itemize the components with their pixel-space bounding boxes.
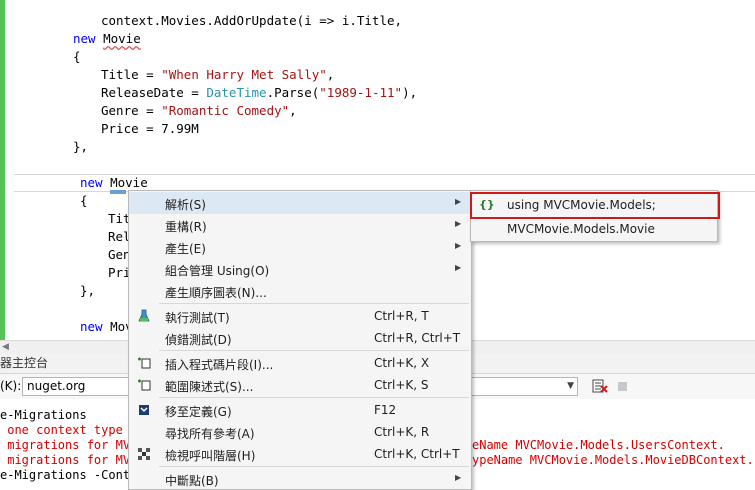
context-menu: 解析(S) ▶ 重構(R) ▶ 產生(E) ▶ 組合管理 Using(O) ▶ … <box>128 190 472 490</box>
clear-console-icon[interactable] <box>592 378 608 394</box>
go-to-definition-icon <box>137 403 151 417</box>
menu-item-generate[interactable]: 產生(E) ▶ <box>129 236 471 258</box>
submenu-arrow-icon: ▶ <box>455 263 462 272</box>
menu-item-view-call-hierarchy[interactable]: 檢視呼叫階層(H) Ctrl+K, Ctrl+T <box>129 443 471 465</box>
code-line: new Movie <box>73 31 141 46</box>
menu-item-resolve[interactable]: 解析(S) ▶ <box>129 192 471 214</box>
code-line: new Mov <box>80 319 133 334</box>
package-source-label: (K): <box>0 379 22 393</box>
menu-item-go-to-definition[interactable]: 移至定義(G) F12 <box>129 399 471 421</box>
chevron-down-icon[interactable]: ▼ <box>567 378 574 395</box>
submenu-item-fully-qualify[interactable]: MVCMovie.Models.Movie <box>471 217 717 241</box>
submenu-item-add-using[interactable]: {} using MVCMovie.Models; <box>471 193 717 217</box>
code-line: }, <box>73 139 89 154</box>
menu-item-breakpoint[interactable]: 中斷點(B) ▶ <box>129 468 471 490</box>
menu-separator <box>159 466 469 467</box>
code-line: Title = "When Harry Met Sally", <box>101 67 335 82</box>
flask-icon <box>137 309 151 323</box>
smart-tag-indicator[interactable] <box>110 190 126 194</box>
code-line: context.Movies.AddOrUpdate(i => i.Title, <box>101 13 403 28</box>
submenu-arrow-icon: ▶ <box>455 241 462 250</box>
surround-with-icon <box>137 378 151 392</box>
console-output-line: e-Migrations <box>0 408 87 422</box>
menu-item-debug-tests[interactable]: 偵錯測試(D) Ctrl+R, Ctrl+T <box>129 327 471 349</box>
resolve-submenu: {} using MVCMovie.Models; MVCMovie.Model… <box>470 190 718 242</box>
console-output-line: ypeName MVCMovie.Models.MovieDBContext. <box>472 453 754 467</box>
menu-item-organize-usings[interactable]: 組合管理 Using(O) ▶ <box>129 258 471 280</box>
submenu-arrow-icon: ▶ <box>455 219 462 228</box>
menu-item-generate-sequence-diagram[interactable]: 產生順序圖表(N)... <box>129 280 471 302</box>
console-output-line: eName MVCMovie.Models.UsersContext. <box>472 438 725 452</box>
submenu-arrow-icon: ▶ <box>455 197 462 206</box>
code-line: { <box>73 49 81 64</box>
using-directive-icon: {} <box>479 198 495 211</box>
insert-snippet-icon <box>137 356 151 370</box>
code-line: Genre = "Romantic Comedy", <box>101 103 297 118</box>
call-hierarchy-icon <box>137 447 151 461</box>
menu-item-find-all-references[interactable]: 尋找所有參考(A) Ctrl+K, R <box>129 421 471 443</box>
code-line: { <box>80 193 88 208</box>
menu-item-surround-with[interactable]: 範圍陳述式(S)... Ctrl+K, S <box>129 374 471 396</box>
menu-separator <box>159 303 469 304</box>
menu-item-run-tests[interactable]: 執行測試(T) Ctrl+R, T <box>129 305 471 327</box>
menu-separator <box>159 397 469 398</box>
scroll-left-icon[interactable]: ◀ <box>2 342 9 352</box>
code-line: }, <box>80 283 96 298</box>
menu-item-insert-snippet[interactable]: 插入程式碼片段(I)... Ctrl+K, X <box>129 352 471 374</box>
stop-command-icon[interactable] <box>618 382 627 391</box>
change-tracking-bar <box>0 0 5 340</box>
code-line: Price = 7.99M <box>101 121 199 136</box>
code-line: ReleaseDate = DateTime.Parse("1989-1-11"… <box>101 85 418 100</box>
menu-item-refactor[interactable]: 重構(R) ▶ <box>129 214 471 236</box>
menu-separator <box>159 350 469 351</box>
